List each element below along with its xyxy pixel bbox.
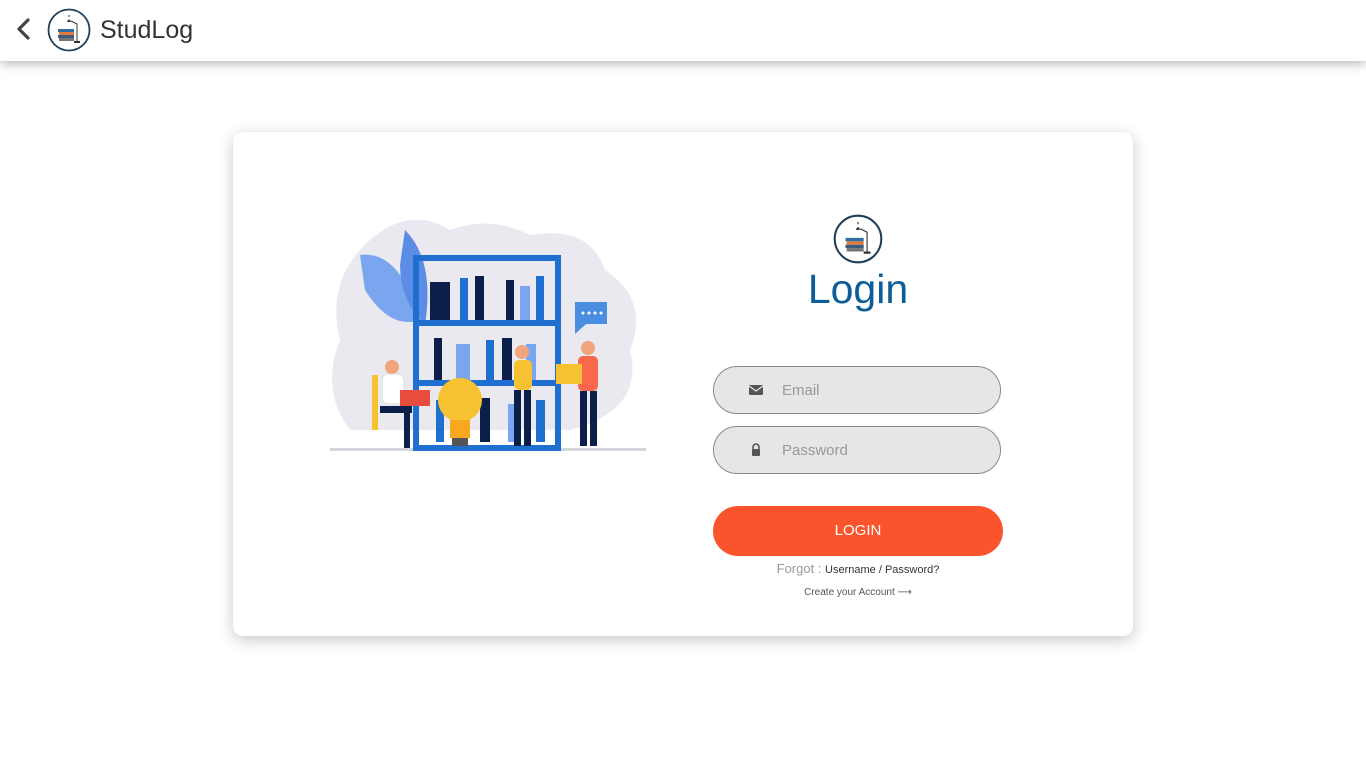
forgot-credentials-link[interactable]: Username / Password?: [825, 564, 939, 576]
top-navbar: StudLog: [0, 0, 1366, 61]
create-account-row: Create your Account ⟶: [713, 587, 1003, 599]
form-logo: [833, 214, 883, 264]
login-button[interactable]: LOGIN: [713, 506, 1003, 556]
forgot-prefix: Forgot :: [776, 561, 822, 576]
back-button[interactable]: [12, 16, 36, 42]
login-card: Login LOGIN Forgot : Username / Password…: [233, 132, 1133, 636]
bookshelf-illustration: [330, 210, 646, 456]
lock-icon: [748, 442, 764, 458]
email-input[interactable]: [782, 367, 982, 413]
forgot-row: Forgot : Username / Password?: [713, 562, 1003, 577]
chevron-left-icon: [17, 18, 30, 40]
create-account-link[interactable]: Create your Account ⟶: [804, 587, 912, 598]
login-title: Login: [807, 266, 909, 312]
app-name: StudLog: [100, 16, 194, 44]
password-input[interactable]: [782, 427, 982, 473]
password-field[interactable]: [713, 426, 1001, 474]
envelope-icon: [748, 382, 764, 398]
email-field[interactable]: [713, 366, 1001, 414]
app-logo[interactable]: [47, 8, 91, 52]
book-lamp-logo-icon: [47, 8, 91, 52]
book-lamp-logo-icon: [833, 214, 883, 264]
